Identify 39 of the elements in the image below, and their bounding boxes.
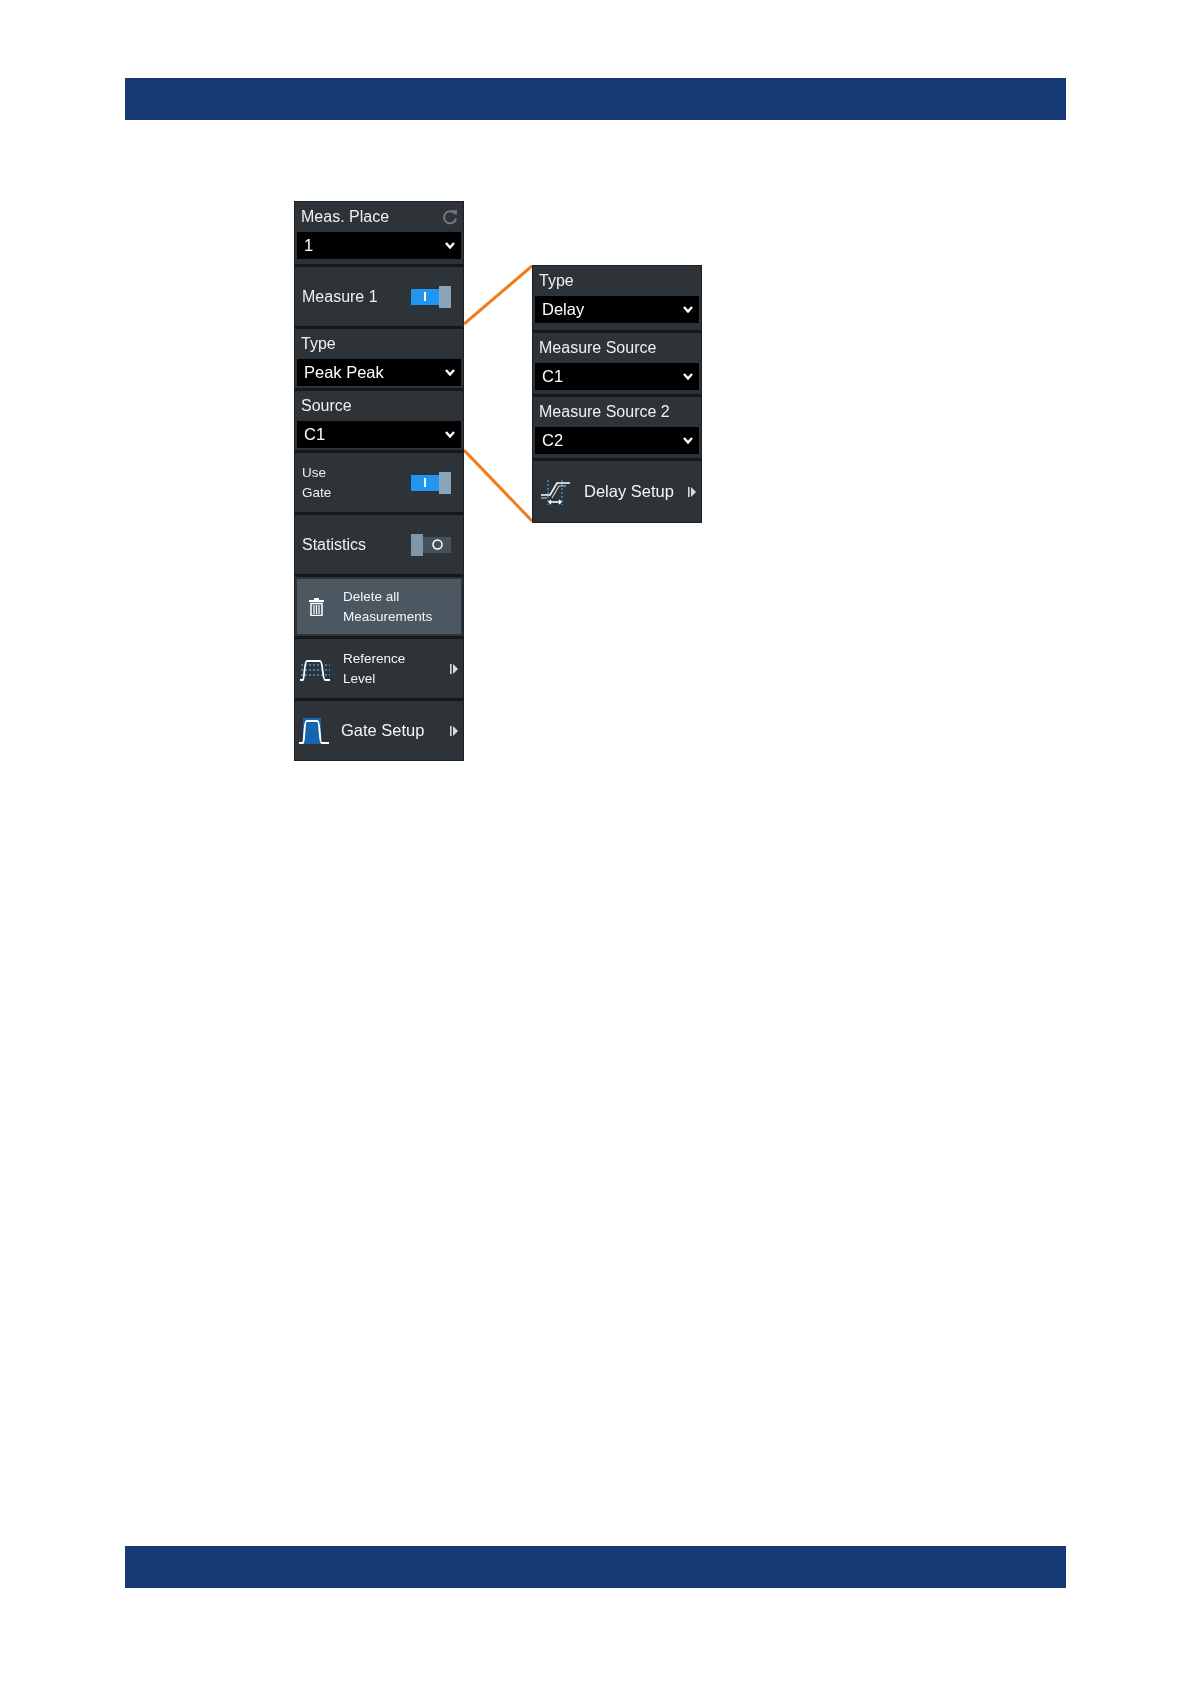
dropdown[interactable]: C1 [535,363,699,390]
switch-label: Use Gate [302,463,333,502]
toggle-switch[interactable] [411,471,451,494]
line-icon [424,292,426,301]
menu-item[interactable]: Delay Setup [533,461,701,522]
field-label: Type [539,272,574,290]
chevron-down-icon [683,306,693,313]
menu-item[interactable]: Reference Level [295,639,463,698]
chevron-down-icon [445,369,455,376]
dropdown[interactable]: Delay [535,296,699,323]
delete-button[interactable]: Delete all Measurements [297,579,461,634]
switch-label: Statistics [302,534,366,555]
switch-label: Measure 1 [302,286,378,307]
field-label: Type [301,335,336,353]
chevron-down-icon [445,242,455,249]
line-icon [424,478,426,487]
submenu-arrow-icon [688,485,696,498]
ring-icon [431,539,443,550]
chevron-down-icon [683,373,693,380]
dropdown[interactable]: 1 [297,232,461,259]
menu-item[interactable]: Gate Setup [295,701,463,760]
field-label: Measure Source 2 [539,403,670,421]
field-label: Measure Source [539,339,657,357]
submenu-arrow-icon [450,724,458,737]
gate-pulse-icon [299,716,329,745]
chevron-down-icon [683,437,693,444]
leader-line [464,264,532,326]
toggle-switch[interactable] [411,285,451,308]
dropdown[interactable]: C1 [297,421,461,448]
field-label: Source [301,397,352,415]
chevron-down-icon [445,431,455,438]
trash-icon [309,597,324,616]
field-label: Meas. Place [301,208,390,226]
refresh-icon[interactable] [442,209,458,225]
submenu-arrow-icon [450,662,458,675]
rising-edge-icon [540,477,572,506]
dropdown[interactable]: C2 [535,427,699,454]
toggle-switch[interactable] [411,533,451,556]
dropdown[interactable]: Peak Peak [297,359,461,386]
